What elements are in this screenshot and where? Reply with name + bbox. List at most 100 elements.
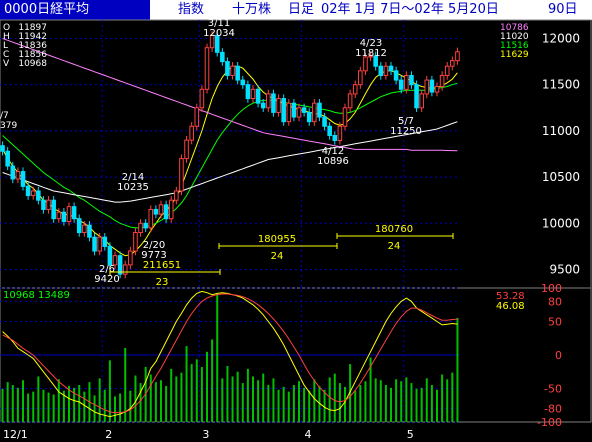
volume-bar bbox=[27, 393, 30, 422]
candle-body bbox=[82, 224, 87, 234]
candle-body bbox=[97, 236, 102, 252]
volume-bar bbox=[390, 387, 392, 422]
candle-body bbox=[199, 88, 205, 109]
volume-bar bbox=[190, 364, 193, 422]
volume-bar bbox=[379, 380, 382, 422]
candle-body bbox=[204, 47, 210, 90]
volume-bar bbox=[68, 385, 70, 422]
volume-bar bbox=[303, 387, 306, 422]
candle-body bbox=[296, 107, 302, 118]
volume-bar bbox=[323, 389, 326, 422]
oscillator-tick-label: 80 bbox=[548, 295, 562, 308]
volume-bar bbox=[160, 380, 162, 422]
candle-body bbox=[230, 65, 235, 76]
candle-body bbox=[337, 125, 343, 142]
date-tick-label: 4 bbox=[305, 428, 312, 441]
volume-bar bbox=[129, 390, 132, 422]
oscillator-tick-label: 100 bbox=[541, 282, 562, 295]
volume-bar bbox=[11, 384, 14, 422]
candle-body bbox=[174, 190, 179, 201]
ohlcv-key: V bbox=[3, 59, 10, 69]
volume-bar bbox=[425, 378, 428, 422]
candle-body bbox=[419, 93, 424, 109]
volume-bar bbox=[410, 383, 413, 422]
volume-bar bbox=[119, 393, 122, 422]
annotation-label: 10896 bbox=[317, 156, 349, 167]
candle-body bbox=[245, 84, 251, 100]
volume-bar bbox=[436, 389, 438, 422]
candle-body bbox=[429, 79, 435, 93]
volume-bar bbox=[354, 390, 357, 422]
candle-body bbox=[255, 88, 261, 104]
oscillator-tick-label: 50 bbox=[548, 316, 562, 329]
candle-body bbox=[240, 79, 246, 86]
volume-bar bbox=[441, 374, 444, 422]
candle-body bbox=[450, 60, 455, 67]
annotation-label: 11250 bbox=[390, 126, 422, 137]
candle-body bbox=[122, 264, 128, 275]
candle-body bbox=[322, 116, 327, 127]
oscillator-line-2 bbox=[2, 293, 458, 414]
volume-bar bbox=[338, 383, 341, 422]
volume-bar bbox=[47, 392, 50, 422]
volume-bar bbox=[344, 386, 346, 422]
volume-bar bbox=[277, 389, 280, 422]
candle-body bbox=[286, 102, 292, 123]
candle-body bbox=[143, 222, 148, 229]
candle-body bbox=[41, 199, 46, 210]
annotation-label: 9420 bbox=[94, 274, 119, 285]
annotation-label: 12034 bbox=[203, 28, 235, 39]
candle-body bbox=[158, 204, 164, 215]
price-tick-label: 10000 bbox=[542, 216, 580, 230]
volume-bar bbox=[37, 376, 40, 422]
annotation-label: 10235 bbox=[117, 182, 149, 193]
price-frame bbox=[0, 19, 592, 289]
volume-bar bbox=[313, 379, 316, 422]
volume-bar bbox=[298, 381, 300, 422]
candle-body bbox=[225, 61, 230, 76]
volume-bar bbox=[252, 376, 254, 422]
volume-bar bbox=[451, 372, 454, 422]
date-tick-label: 12/1 bbox=[3, 428, 28, 441]
candle-body bbox=[117, 255, 123, 275]
candle-body bbox=[102, 236, 108, 247]
oscillator-line-1 bbox=[2, 290, 458, 418]
candle-body bbox=[66, 206, 72, 222]
volume-bar bbox=[154, 382, 157, 422]
volume-bar bbox=[83, 391, 86, 422]
volume-bar bbox=[78, 384, 81, 422]
ohlcv-value: 10968 bbox=[18, 59, 47, 69]
candle-body bbox=[347, 93, 353, 109]
candle-body bbox=[291, 102, 297, 118]
candle-body bbox=[327, 125, 332, 137]
volume-bar bbox=[308, 390, 311, 422]
candle-body bbox=[306, 111, 312, 123]
candle-body bbox=[455, 51, 460, 62]
oscillator-tick-label: -100 bbox=[537, 416, 562, 429]
candle-body bbox=[220, 51, 225, 63]
candle-body bbox=[56, 211, 62, 220]
oscillator-value: 46.08 bbox=[496, 301, 525, 312]
candle-body bbox=[92, 236, 97, 252]
candle-body bbox=[317, 102, 322, 118]
price-tick-label: 11000 bbox=[542, 124, 580, 138]
candle-body bbox=[46, 199, 51, 210]
candle-body bbox=[398, 79, 404, 90]
candle-body bbox=[133, 232, 138, 252]
volume-bar bbox=[22, 380, 24, 422]
volume-bar bbox=[282, 386, 285, 422]
date-tick-label: 5 bbox=[407, 428, 414, 441]
volume-bar bbox=[430, 384, 433, 422]
volume-bar bbox=[195, 359, 198, 422]
volume-bar bbox=[400, 381, 403, 422]
candle-body bbox=[128, 250, 133, 266]
interval-days: 24 bbox=[388, 241, 401, 252]
volume-bar bbox=[57, 379, 60, 422]
price-axis: 9500 10000 10500 11000 11500 12000 bbox=[542, 31, 580, 276]
oscillator-tick-label: -50 bbox=[544, 383, 562, 396]
interval-days: 23 bbox=[156, 277, 169, 288]
volume-bar bbox=[114, 396, 116, 422]
volume-bar bbox=[139, 383, 142, 422]
candle-body bbox=[61, 211, 67, 222]
candle-body bbox=[71, 206, 77, 220]
